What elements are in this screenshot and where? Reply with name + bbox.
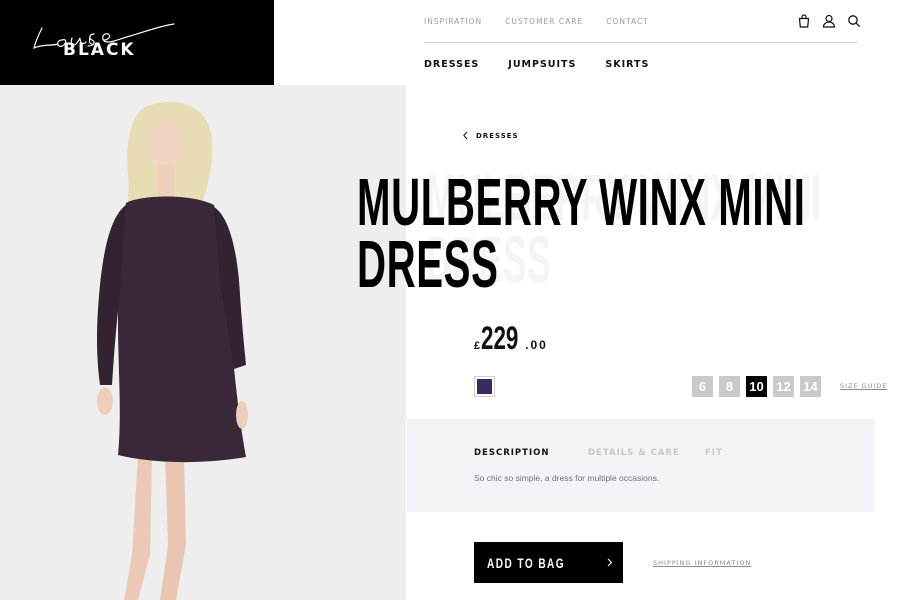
category-link-jumpsuits[interactable]: JUMPSUITS — [508, 59, 576, 70]
nav-link-contact[interactable]: CONTACT — [606, 17, 649, 26]
bag-icon[interactable] — [796, 13, 812, 29]
brand-logo[interactable]: BLACK — [0, 0, 274, 85]
nav-link-inspiration[interactable]: INSPIRATION — [424, 17, 482, 26]
category-link-dresses[interactable]: DRESSES — [424, 59, 479, 70]
size-option-10[interactable]: 10 — [746, 376, 767, 397]
size-option-8[interactable]: 8 — [719, 376, 740, 397]
product-title: MULBERRY WINX MINI DRESS — [357, 165, 806, 302]
size-option-14[interactable]: 14 — [800, 376, 821, 397]
price-currency: £ — [474, 340, 481, 352]
chevron-left-icon — [463, 131, 468, 140]
header-divider — [424, 42, 857, 43]
brand-wordmark: BLACK — [63, 40, 136, 60]
category-nav: DRESSES JUMPSUITS SKIRTS — [424, 59, 649, 70]
nav-link-customer-care[interactable]: CUSTOMER CARE — [505, 17, 583, 26]
header-icons — [796, 13, 862, 29]
breadcrumb[interactable]: DRESSES — [462, 131, 519, 140]
price-amount: 229 — [481, 320, 519, 356]
product-description: So chic so simple, a dress for multiple … — [474, 473, 660, 483]
tab-fit[interactable]: FIT — [705, 448, 723, 458]
account-icon[interactable] — [821, 13, 837, 29]
search-icon[interactable] — [846, 13, 862, 29]
add-to-bag-label: ADD TO BAG — [487, 554, 566, 571]
product-price: £ 229 .00 — [474, 320, 548, 357]
product-image[interactable] — [0, 85, 406, 600]
tab-description[interactable]: DESCRIPTION — [474, 448, 588, 458]
size-selector: 6 8 10 12 14 — [692, 376, 821, 397]
details-tabs: DESCRIPTION DETAILS & CARE FIT — [474, 448, 723, 458]
utility-nav: INSPIRATION CUSTOMER CARE CONTACT — [424, 17, 649, 26]
details-panel: DESCRIPTION DETAILS & CARE FIT So chic s… — [407, 419, 875, 512]
add-to-bag-button[interactable]: ADD TO BAG — [474, 542, 623, 583]
chevron-right-icon — [607, 558, 613, 567]
size-guide-link[interactable]: SIZE GUIDE — [840, 382, 888, 390]
product-title-line-1: MULBERRY WINX MINI — [357, 165, 806, 240]
shipping-info-link[interactable]: SHIPPING INFORMATION — [653, 559, 751, 567]
size-option-6[interactable]: 6 — [692, 376, 713, 397]
color-swatch-fill — [477, 379, 492, 394]
size-option-12[interactable]: 12 — [773, 376, 794, 397]
breadcrumb-label: DRESSES — [476, 131, 519, 140]
category-link-skirts[interactable]: SKIRTS — [605, 59, 649, 70]
color-swatch[interactable] — [474, 376, 495, 397]
tab-details-care[interactable]: DETAILS & CARE — [588, 448, 705, 458]
price-decimals: .00 — [525, 338, 548, 352]
model-illustration — [0, 85, 406, 600]
product-title-line-2: DRESS — [357, 227, 499, 302]
